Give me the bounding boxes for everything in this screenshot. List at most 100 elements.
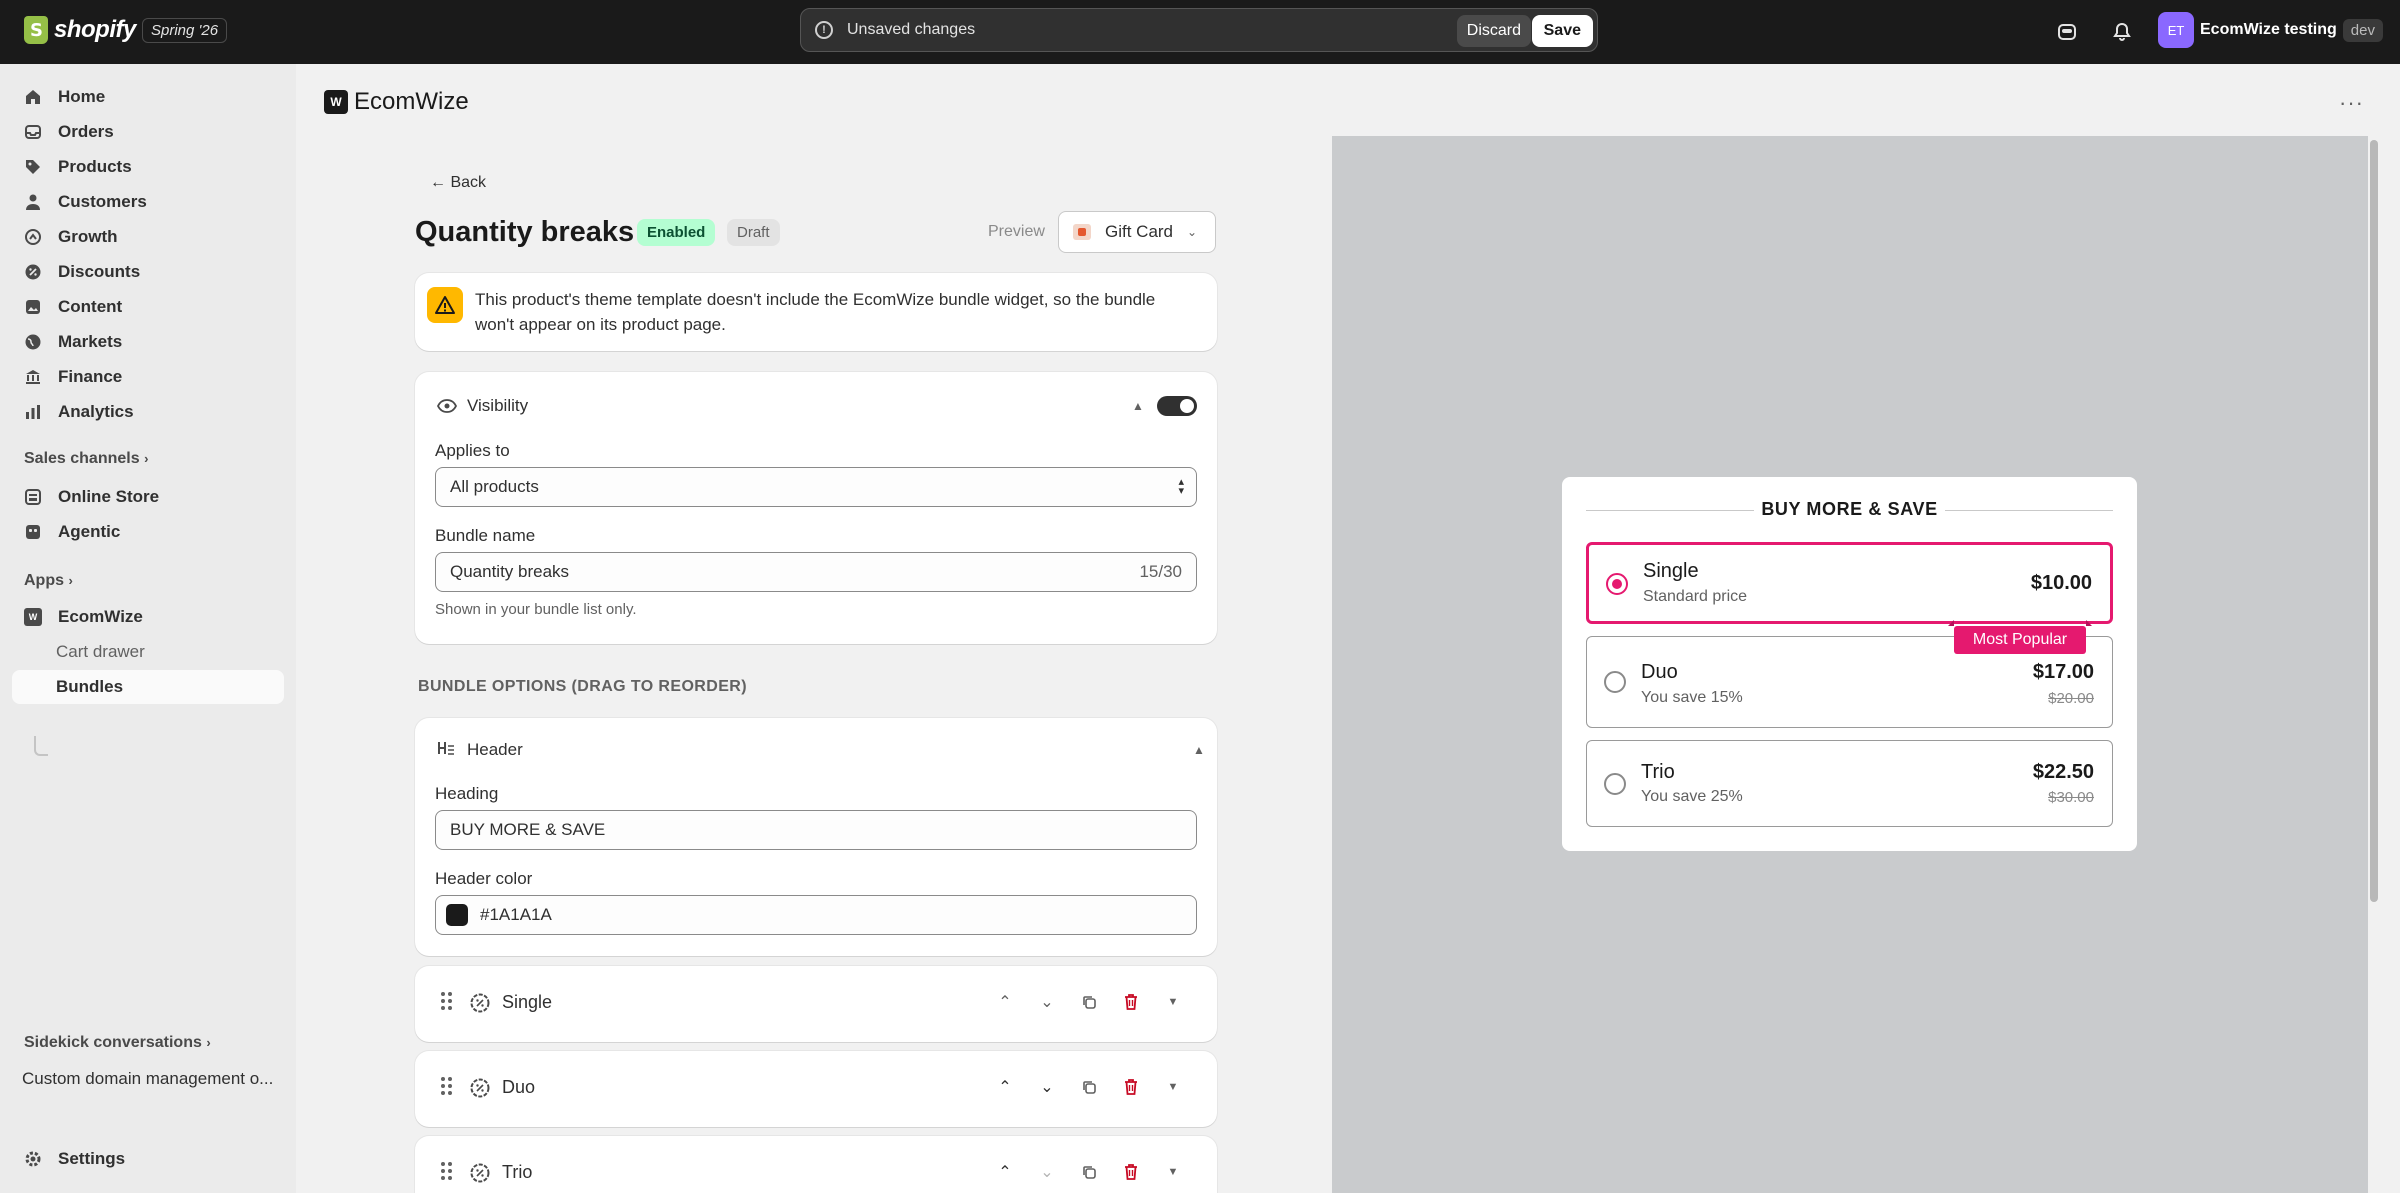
move-down-icon[interactable]: ⌄ — [1035, 990, 1059, 1014]
sidebar-item-discounts[interactable]: Discounts — [12, 255, 284, 289]
gear-icon — [24, 1150, 42, 1168]
chart-icon — [24, 403, 42, 421]
sidebar-item-label: Settings — [58, 1149, 126, 1168]
bundle-option-card[interactable]: Duo ⌃ ⌄ ▼ — [415, 1051, 1217, 1127]
move-up-icon[interactable]: ⌃ — [993, 1160, 1017, 1184]
apps-heading[interactable]: Apps › — [24, 572, 73, 590]
apps-label: Apps — [24, 572, 64, 589]
store-switcher[interactable]: ET EcomWize testing dev — [2158, 12, 2383, 48]
heading-input[interactable]: BUY MORE & SAVE — [435, 810, 1197, 850]
radio-selected[interactable] — [1606, 573, 1628, 595]
tier-old-price: $20.00 — [2048, 690, 2094, 707]
tier-option-single[interactable]: Single Standard price $10.00 — [1586, 542, 2113, 624]
drag-handle-icon[interactable] — [441, 992, 453, 1012]
visibility-toggle[interactable] — [1157, 396, 1197, 416]
sidebar-item-label: Online Store — [58, 487, 160, 506]
preview-label: Preview — [988, 223, 1045, 240]
unsaved-message: Unsaved changes — [847, 21, 976, 38]
sidebar-item-content[interactable]: Content — [12, 290, 284, 324]
chevron-right-icon: › — [144, 451, 149, 466]
radio-unselected[interactable] — [1604, 671, 1626, 693]
bundle-option-card[interactable]: Trio ⌃ ⌄ ▼ — [415, 1136, 1217, 1193]
sidekick-heading[interactable]: Sidekick conversations › — [24, 1034, 211, 1052]
sales-channels-heading[interactable]: Sales channels › — [24, 450, 148, 468]
sidebar-item-label: Analytics — [58, 402, 134, 421]
expand-caret-icon[interactable]: ▼ — [1161, 1075, 1185, 1099]
sidebar-item-settings[interactable]: Settings — [12, 1142, 284, 1176]
sidekick-conversation-item[interactable]: Custom domain management o... — [22, 1069, 273, 1089]
gift-card-icon — [1073, 224, 1091, 240]
drag-handle-icon[interactable] — [441, 1162, 453, 1182]
move-down-icon[interactable]: ⌄ — [1035, 1075, 1059, 1099]
bundle-name-input[interactable]: Quantity breaks 15/30 — [435, 552, 1197, 592]
visibility-card: Visibility ▲ Applies to All products ▴ ▾ … — [415, 372, 1217, 644]
growth-icon — [24, 228, 42, 246]
app-header: W EcomWize ··· — [296, 64, 2400, 136]
collapse-caret-icon[interactable]: ▲ — [1193, 743, 1205, 757]
dev-badge: dev — [2342, 18, 2383, 42]
tier-name: Trio — [1641, 761, 1675, 783]
sidebar-item-online-store[interactable]: Online Store — [12, 480, 284, 514]
sidebar-item-markets[interactable]: Markets — [12, 325, 284, 359]
drag-handle-icon[interactable] — [441, 1077, 453, 1097]
delete-icon[interactable] — [1119, 1075, 1143, 1099]
collapse-caret-icon[interactable]: ▲ — [1132, 399, 1144, 413]
header-color-input[interactable]: #1A1A1A — [435, 895, 1197, 935]
sidebar-item-label: Growth — [58, 227, 118, 246]
tier-old-price: $30.00 — [2048, 789, 2094, 806]
duplicate-icon[interactable] — [1077, 1160, 1101, 1184]
more-actions-icon[interactable]: ··· — [2339, 90, 2364, 116]
tier-option-trio[interactable]: Trio You save 25% $22.50 $30.00 — [1586, 740, 2113, 827]
move-up-icon[interactable]: ⌃ — [993, 990, 1017, 1014]
duplicate-icon[interactable] — [1077, 990, 1101, 1014]
move-up-icon[interactable]: ⌃ — [993, 1075, 1017, 1099]
expand-caret-icon[interactable]: ▼ — [1161, 990, 1185, 1014]
expand-caret-icon[interactable]: ▼ — [1161, 1160, 1185, 1184]
top-bar: shopify Spring '26 ! Unsaved changes Dis… — [0, 0, 2400, 64]
discount-badge-icon — [469, 1162, 491, 1184]
sidebar-item-orders[interactable]: Orders — [12, 115, 284, 149]
status-badge-enabled: Enabled — [637, 219, 716, 246]
color-swatch[interactable] — [446, 904, 468, 926]
scrollbar-thumb[interactable] — [2370, 140, 2378, 902]
shopify-bag-icon — [24, 16, 48, 44]
preview-product-select[interactable]: Gift Card ⌄ — [1058, 211, 1216, 253]
sidebar-item-home[interactable]: Home — [12, 80, 284, 114]
tier-subtitle: You save 15% — [1641, 689, 1743, 706]
bundle-option-card[interactable]: Single ⌃ ⌄ ▼ — [415, 966, 1217, 1042]
back-link[interactable]: ← Back — [430, 174, 486, 192]
sidebar-item-agentic[interactable]: Agentic — [12, 515, 284, 549]
sidebar-item-bundles[interactable]: Bundles — [12, 670, 284, 704]
warning-text: This product's theme template doesn't in… — [475, 290, 1156, 334]
sidebar-item-finance[interactable]: Finance — [12, 360, 284, 394]
inbox-icon — [24, 123, 42, 141]
sidekick-icon[interactable] — [2055, 20, 2079, 44]
radio-unselected[interactable] — [1604, 773, 1626, 795]
header-color-label: Header color — [435, 869, 533, 888]
bell-icon[interactable] — [2110, 20, 2134, 44]
bundle-name-label: Bundle name — [435, 526, 536, 545]
sidebar-item-analytics[interactable]: Analytics — [12, 395, 284, 429]
delete-icon[interactable] — [1119, 990, 1143, 1014]
sidebar-item-products[interactable]: Products — [12, 150, 284, 184]
widget-heading: BUY MORE & SAVE — [1761, 499, 1938, 519]
shopify-logo[interactable]: shopify — [24, 16, 136, 44]
sales-channels-label: Sales channels — [24, 450, 140, 467]
header-color-value: #1A1A1A — [480, 905, 552, 924]
save-button[interactable]: Save — [1531, 15, 1593, 47]
bundle-name-help: Shown in your bundle list only. — [435, 601, 637, 618]
ecomwize-app-icon: W — [24, 608, 42, 626]
discard-button[interactable]: Discard — [1456, 15, 1531, 47]
applies-to-select[interactable]: All products ▴ ▾ — [435, 467, 1197, 507]
sidebar-item-cart-drawer[interactable]: Cart drawer — [56, 642, 145, 662]
delete-icon[interactable] — [1119, 1160, 1143, 1184]
duplicate-icon[interactable] — [1077, 1075, 1101, 1099]
sidebar-item-customers[interactable]: Customers — [12, 185, 284, 219]
most-popular-badge: Most Popular — [1948, 620, 2092, 654]
sidebar-item-ecomwize[interactable]: W EcomWize — [12, 600, 284, 634]
move-down-icon[interactable]: ⌄ — [1035, 1160, 1059, 1184]
widget-header: BUY MORE & SAVE — [1586, 499, 2113, 521]
tag-icon — [24, 158, 42, 176]
sidebar-item-label: Products — [58, 157, 132, 176]
sidebar-item-growth[interactable]: Growth — [12, 220, 284, 254]
